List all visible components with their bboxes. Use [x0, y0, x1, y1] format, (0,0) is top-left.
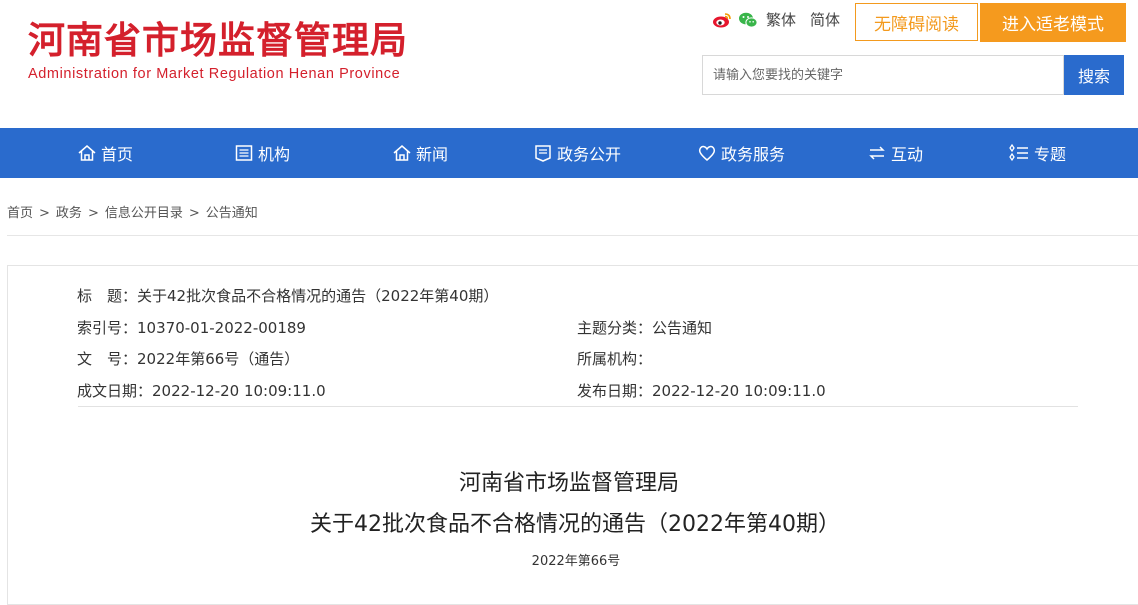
document-heading-issuer: 河南省市场监督管理局 [458, 471, 679, 496]
nav-item-gov-services[interactable]: 政务服务 [628, 128, 854, 178]
meta-created-row: 成文日期：2022-12-20 10:09:11.0 [77, 380, 326, 401]
nav-item-institution[interactable]: 机构 [210, 128, 314, 178]
wechat-icon[interactable] [738, 10, 758, 30]
meta-docno-value: 2022年第66号（通告） [137, 350, 300, 368]
breadcrumb-divider [7, 235, 1138, 236]
nav-item-news[interactable]: 新闻 [314, 128, 526, 178]
nav-item-gov-affairs-public[interactable]: 政务公开 [526, 128, 628, 178]
breadcrumb-gov-affairs[interactable]: 政务 [56, 206, 82, 221]
topic-list-icon [1009, 143, 1028, 162]
meta-index-row: 索引号：10370-01-2022-00189 [77, 317, 306, 338]
meta-divider [78, 406, 1078, 407]
meta-topic-label: 主题分类： [577, 319, 653, 337]
list-icon [235, 145, 253, 161]
nav-item-label: 专题 [1033, 145, 1066, 164]
breadcrumb-separator: > [39, 206, 50, 221]
site-title[interactable]: 河南省市场监督管理局 [28, 18, 408, 64]
breadcrumb-separator: > [188, 206, 200, 221]
nav-item-label: 新闻 [415, 145, 448, 164]
document-number: 2022年第66号 [531, 554, 621, 569]
meta-title-label: 标 题： [77, 287, 138, 305]
meta-topic-value: 公告通知 [652, 319, 713, 337]
meta-org-label: 所属机构： [577, 350, 653, 368]
nav-item-interaction[interactable]: 互动 [854, 128, 936, 178]
breadcrumb-home[interactable]: 首页 [7, 206, 33, 221]
nav-item-label: 首页 [100, 145, 133, 164]
nav-item-special-topics[interactable]: 专题 [936, 128, 1138, 178]
meta-title-row: 标 题：关于42批次食品不合格情况的通告（2022年第40期） [77, 285, 498, 306]
breadcrumb-announcements[interactable]: 公告通知 [206, 206, 258, 221]
top-links: 繁体 简体 [712, 9, 852, 30]
simplified-chinese-link[interactable]: 简体 [810, 9, 840, 30]
meta-published-row: 发布日期：2022-12-20 10:09:11.0 [577, 380, 826, 401]
breadcrumb-separator: > [87, 206, 99, 221]
meta-topic-row: 主题分类：公告通知 [577, 317, 712, 338]
meta-docno-row: 文 号：2022年第66号（通告） [77, 348, 299, 369]
meta-index-value: 10370-01-2022-00189 [137, 319, 306, 337]
breadcrumb-info-catalog[interactable]: 信息公开目录 [105, 206, 183, 221]
search-button[interactable]: 搜索 [1064, 55, 1124, 95]
nav-item-label: 互动 [890, 145, 923, 164]
document-heading-title: 关于42批次食品不合格情况的通告（2022年第40期） [310, 512, 840, 537]
nav-item-label: 政务服务 [720, 145, 785, 164]
nav-item-label: 机构 [257, 145, 290, 164]
home-icon [78, 145, 96, 161]
meta-published-label: 发布日期： [577, 382, 653, 400]
nav-item-label: 政务公开 [556, 145, 621, 164]
home-icon [393, 145, 411, 161]
meta-docno-label: 文 号： [77, 350, 138, 368]
heart-icon [698, 145, 716, 161]
meta-org-row: 所属机构： [577, 348, 652, 369]
meta-title-value: 关于42批次食品不合格情况的通告（2022年第40期） [137, 287, 499, 305]
meta-published-value: 2022-12-20 10:09:11.0 [652, 382, 826, 400]
breadcrumb: 首页 > 政务 > 信息公开目录 > 公告通知 [7, 202, 258, 221]
badge-icon [535, 145, 551, 162]
site-subtitle: Administration for Market Regulation Hen… [28, 66, 401, 82]
meta-index-label: 索引号： [77, 319, 138, 337]
weibo-icon[interactable] [712, 10, 732, 30]
meta-created-value: 2022-12-20 10:09:11.0 [152, 382, 326, 400]
exchange-icon [869, 146, 885, 160]
nav-item-home[interactable]: 首页 [0, 128, 210, 178]
elder-mode-button[interactable]: 进入适老模式 [980, 3, 1126, 42]
accessibility-reading-button[interactable]: 无障碍阅读 [855, 3, 978, 41]
search-input[interactable] [702, 55, 1064, 95]
traditional-chinese-link[interactable]: 繁体 [766, 9, 796, 30]
main-nav: 首页 机构 新闻 政务公开 政务服务 互动 专题 [0, 128, 1138, 178]
meta-created-label: 成文日期： [77, 382, 153, 400]
